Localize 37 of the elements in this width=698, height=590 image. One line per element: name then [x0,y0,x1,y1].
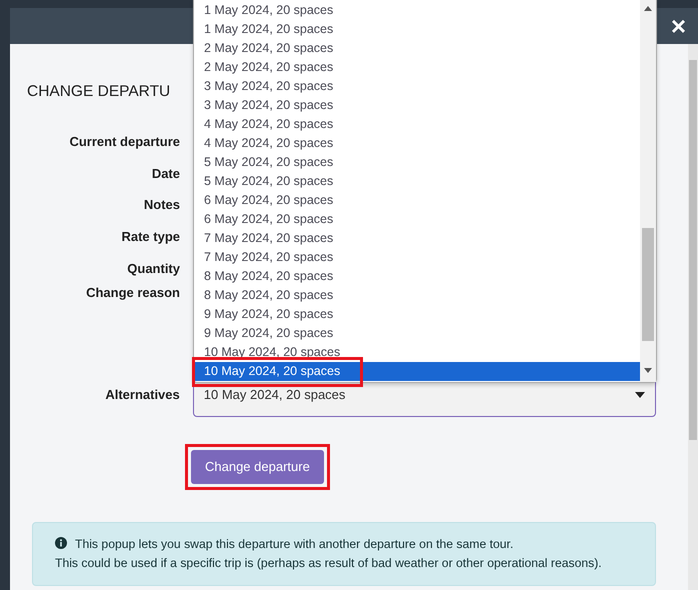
field-label: Rate type [120,228,180,246]
field-label: Notes [142,196,180,214]
dropdown-option[interactable]: 9 May 2024, 20 spaces [194,305,640,324]
dropdown-option[interactable]: 6 May 2024, 20 spaces [194,210,640,229]
field-label: Date [150,164,180,183]
dropdown-option[interactable]: 9 May 2024, 20 spaces [194,324,640,343]
field-label: Current departure [68,133,180,152]
dropdown-option[interactable]: 3 May 2024, 20 spaces [194,96,640,115]
info-text: This popup lets you swap this departure with another departure on the same tour. [75,537,514,552]
modal-title: CHANGE DEPARTU [27,82,170,102]
dropdown-option[interactable]: 4 May 2024, 20 spaces [194,115,640,134]
dropdown-option[interactable]: 1 May 2024, 20 spaces [194,1,640,20]
dropdown-option[interactable]: 6 May 2024, 20 spaces [194,191,640,210]
dropdown-option[interactable]: 1 May 2024, 20 spaces [194,20,640,39]
field-label: Quantity [126,260,180,278]
dropdown-option[interactable]: 7 May 2024, 20 spaces [194,248,640,267]
dropdown-option[interactable]: 2 May 2024, 20 spaces [194,58,640,77]
field-label: Alternatives [104,386,180,404]
field-label: Change reason [85,284,180,302]
info-text: This could be used if a specific trip is (perhaps as result of bad weather or other operational reasons). [55,556,602,570]
page-scrollbar[interactable] [688,44,698,590]
close-button[interactable]: × [668,13,688,39]
dropdown-option[interactable]: 3 May 2024, 20 spaces [194,77,640,96]
dropdown-option[interactable]: 8 May 2024, 20 spaces [194,267,640,286]
change-departure-button[interactable]: Change departure [191,450,324,484]
dropdown-option[interactable]: 8 May 2024, 20 spaces [194,286,640,305]
dropdown-option[interactable]: 7 May 2024, 20 spaces [194,229,640,248]
dropdown-option[interactable]: 10 May 2024, 20 spaces [194,362,640,381]
info-icon [55,537,67,550]
dropdown-option[interactable]: 5 May 2024, 20 spaces [194,172,640,191]
dropdown-option[interactable]: 4 May 2024, 20 spaces [194,134,640,153]
select-value: 10 May 2024, 20 spaces [204,386,346,404]
dropdown-option[interactable]: 5 May 2024, 20 spaces [194,153,640,172]
dropdown-option[interactable]: 2 May 2024, 20 spaces [194,39,640,58]
dropdown-option[interactable]: 10 May 2024, 20 spaces [194,343,640,362]
caret-icon [635,392,645,398]
list-scrollbar[interactable] [640,0,656,382]
